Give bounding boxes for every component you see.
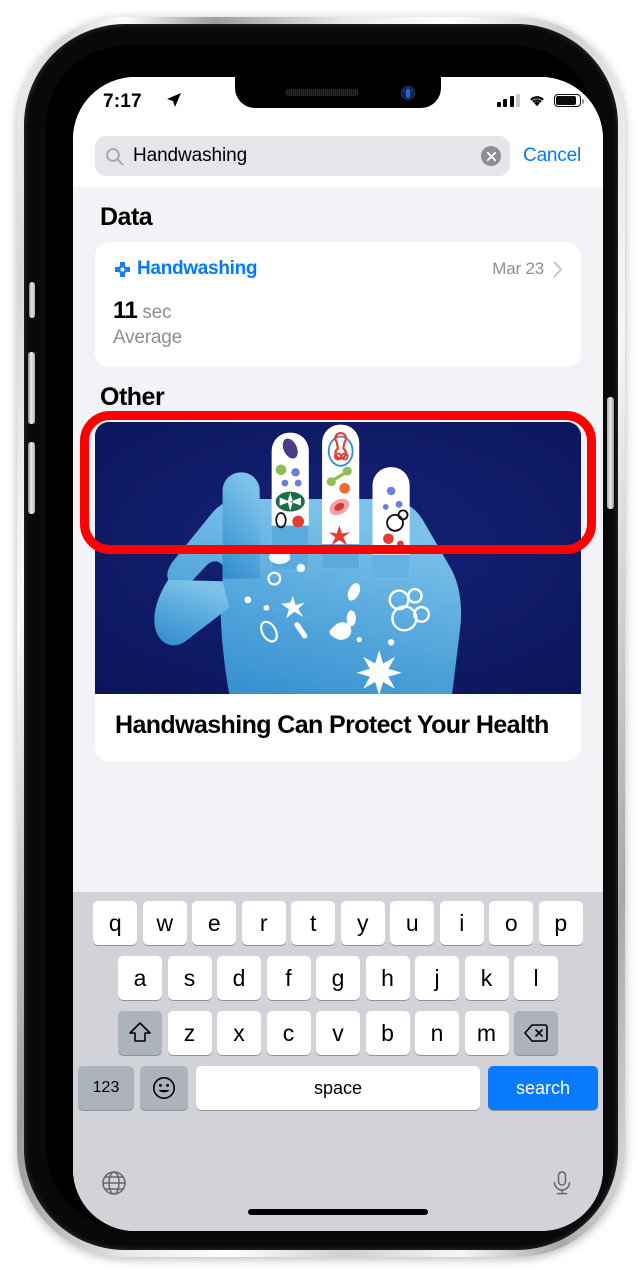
key-b[interactable]: b (365, 1011, 410, 1055)
volume-up-button[interactable] (28, 352, 35, 424)
keyboard-row-3: z x c v b n m (73, 1011, 603, 1055)
metric-value: 11 (113, 297, 138, 324)
power-button[interactable] (607, 397, 614, 509)
card-header-row: Handwashing Mar 23 (113, 258, 563, 280)
article-card[interactable]: Handwashing Can Protect Your Health (95, 422, 581, 761)
key-g[interactable]: g (316, 956, 360, 1000)
home-indicator[interactable] (248, 1209, 428, 1215)
mute-switch[interactable] (29, 282, 35, 318)
clear-search-button[interactable] (481, 146, 502, 166)
keyboard-row-2: a s d f g h j k l (73, 956, 603, 1000)
cellular-signal-icon (496, 94, 520, 107)
handwashing-date: Mar 23 (492, 259, 544, 278)
key-x[interactable]: x (217, 1011, 261, 1055)
space-key[interactable]: space (196, 1066, 480, 1110)
key-a[interactable]: a (118, 956, 162, 1000)
handwashing-label: Handwashing (137, 258, 258, 279)
key-t[interactable]: t (291, 901, 336, 945)
phone-screen: 7:17 Handwashing Cancel Data Handwashing… (73, 77, 603, 1231)
key-p[interactable]: p (538, 901, 583, 945)
wifi-icon (530, 96, 544, 107)
key-f[interactable]: f (266, 956, 311, 1000)
location-arrow-icon (167, 93, 181, 107)
shift-icon (129, 1022, 151, 1042)
key-e[interactable]: e (192, 901, 237, 945)
keyboard-row-4: 123 space search (73, 1066, 603, 1110)
screenshot-stage: 7:17 Handwashing Cancel Data Handwashing… (0, 0, 642, 1274)
numbers-key[interactable]: 123 (78, 1066, 134, 1110)
key-s[interactable]: s (167, 956, 212, 1000)
delete-backward-icon (524, 1024, 548, 1042)
emoji-key[interactable] (140, 1066, 188, 1110)
key-w[interactable]: w (142, 901, 187, 945)
search-key[interactable]: search (488, 1066, 598, 1110)
key-z[interactable]: z (167, 1011, 212, 1055)
iphone-device-frame: 7:17 Handwashing Cancel Data Handwashing… (17, 17, 625, 1257)
handwashing-data-card[interactable]: Handwashing Mar 23 11 sec Average (95, 242, 581, 367)
article-hero-image (95, 422, 581, 694)
metric-label: Average (113, 327, 183, 348)
key-h[interactable]: h (365, 956, 410, 1000)
key-k[interactable]: k (464, 956, 509, 1000)
status-time: 7:17 (103, 91, 142, 112)
close-icon (486, 151, 496, 161)
keyboard-bottom-bar (73, 1163, 603, 1231)
metric-value-row: 11 sec (113, 297, 563, 325)
key-r[interactable]: r (241, 901, 286, 945)
article-title: Handwashing Can Protect Your Health (115, 711, 549, 739)
key-l[interactable]: l (514, 956, 558, 1000)
device-notch (235, 77, 441, 108)
search-bar: Handwashing Cancel (73, 125, 603, 187)
data-section-title: Data (100, 203, 153, 231)
status-indicators (496, 93, 584, 108)
key-v[interactable]: v (316, 1011, 360, 1055)
keyboard-row-1: q w e r t y u i o p (73, 901, 603, 945)
volume-down-button[interactable] (28, 442, 35, 514)
battery-icon (554, 94, 584, 107)
delete-key[interactable] (514, 1011, 558, 1055)
shift-key[interactable] (118, 1011, 162, 1055)
emoji-smiley-icon (153, 1077, 175, 1099)
key-y[interactable]: y (340, 901, 385, 945)
cancel-button[interactable]: Cancel (523, 145, 581, 167)
key-d[interactable]: d (217, 956, 261, 1000)
front-camera-icon (401, 86, 415, 100)
search-value: Handwashing (133, 145, 248, 166)
key-q[interactable]: q (93, 901, 138, 945)
key-n[interactable]: n (415, 1011, 459, 1055)
search-icon (106, 147, 124, 165)
other-section-title: Other (100, 383, 165, 411)
key-o[interactable]: o (489, 901, 534, 945)
key-u[interactable]: u (390, 901, 435, 945)
metric-unit: sec (142, 302, 172, 323)
on-screen-keyboard: q w e r t y u i o p a s d f g h j k l z … (73, 892, 603, 1231)
key-c[interactable]: c (266, 1011, 311, 1055)
earpiece-speaker (285, 89, 359, 96)
handwashing-icon (114, 261, 131, 277)
key-j[interactable]: j (415, 956, 459, 1000)
blue-hand-with-germs-illustration (95, 422, 581, 694)
search-input[interactable]: Handwashing (95, 136, 511, 176)
chevron-right-icon (553, 261, 562, 277)
globe-icon[interactable] (100, 1169, 128, 1197)
key-i[interactable]: i (439, 901, 484, 945)
key-m[interactable]: m (464, 1011, 509, 1055)
microphone-icon[interactable] (548, 1169, 576, 1197)
